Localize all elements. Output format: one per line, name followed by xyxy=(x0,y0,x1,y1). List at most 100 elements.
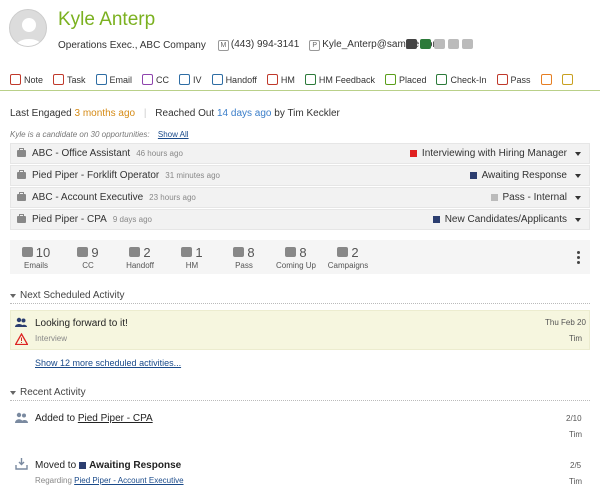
show-more-scheduled-link[interactable]: Show 12 more scheduled activities... xyxy=(35,358,181,368)
activity-owner: Tim xyxy=(569,430,583,439)
briefcase-icon xyxy=(17,148,26,157)
check-icon xyxy=(129,247,141,257)
toolbar-hm-feedback-button[interactable]: HM Feedback xyxy=(304,74,385,85)
stat-count: 8 xyxy=(299,244,307,260)
opportunity-row[interactable]: Pied Piper - CPA 9 days ago New Candidates… xyxy=(10,209,590,230)
phone-icon[interactable] xyxy=(420,39,431,49)
stat-pass[interactable]: 8 Pass xyxy=(218,245,270,270)
stat-label: HM xyxy=(185,260,199,270)
status-dropdown[interactable]: Pass - Internal xyxy=(490,192,581,203)
activity-regarding: Regarding Pied Piper - Account Executive xyxy=(35,476,184,485)
opportunity-row[interactable]: ABC - Account Executive 23 hours ago Pass … xyxy=(10,187,590,208)
opportunity-link[interactable]: Pied Piper - Account Executive xyxy=(74,476,183,485)
toolbar-placed-button[interactable]: Placed xyxy=(384,74,437,85)
toolbar-hm-button[interactable]: HM xyxy=(266,74,305,85)
collapse-caret-icon xyxy=(10,390,16,395)
toolbar-task-button[interactable]: Task xyxy=(53,74,96,85)
candidate-subline: Operations Exec., ABC Company M (443) 994… xyxy=(58,39,441,51)
opportunity-title[interactable]: ABC - Account Executive xyxy=(32,192,143,203)
opportunity-row[interactable]: ABC - Office Assistant 46 hours ago Interv… xyxy=(10,143,590,164)
contact-icons xyxy=(406,39,473,49)
calendar-icon xyxy=(285,247,297,257)
status-color-swatch xyxy=(432,216,440,223)
people-icon xyxy=(181,247,193,257)
warning-icon xyxy=(15,333,28,345)
note-icon xyxy=(10,74,21,85)
opportunity-row[interactable]: Pied Piper - Forklift Operator 31 minutes… xyxy=(10,165,590,186)
opportunity-title[interactable]: Pied Piper - Forklift Operator xyxy=(32,170,159,181)
recent-activity-heading[interactable]: Recent Activity xyxy=(10,387,590,401)
twitter-icon[interactable] xyxy=(462,39,473,49)
chevron-down-icon xyxy=(575,217,581,222)
status-dropdown[interactable]: Awaiting Response xyxy=(469,170,581,181)
recent-activity-title: Added to Pied Piper - CPA xyxy=(35,413,153,424)
facebook-icon[interactable] xyxy=(434,39,445,49)
candidate-name: Kyle Anterp xyxy=(58,9,156,30)
toolbar-iv-button[interactable]: IV xyxy=(179,74,212,85)
scheduled-activity-card[interactable] xyxy=(10,310,590,350)
phone-field[interactable]: M (443) 994-3141 xyxy=(217,39,299,51)
show-all-link[interactable]: Show All xyxy=(158,130,189,139)
thumbs-up-icon xyxy=(384,74,396,85)
next-scheduled-heading[interactable]: Next Scheduled Activity xyxy=(10,290,590,304)
linkedin-icon[interactable] xyxy=(448,39,459,49)
stat-hm[interactable]: 1 HM xyxy=(166,245,218,270)
chevron-down-icon xyxy=(575,195,581,200)
avatar[interactable] xyxy=(9,9,47,47)
email-icon xyxy=(95,74,107,85)
email-icon[interactable] xyxy=(406,39,417,49)
opportunity-link[interactable]: Pied Piper - CPA xyxy=(78,413,153,424)
toolbar-pass-button[interactable]: Pass xyxy=(496,74,541,85)
recent-activity-title: Moved to Awaiting Response xyxy=(35,460,182,471)
people-icon xyxy=(179,74,191,85)
thumbs-down-icon xyxy=(233,247,245,257)
toolbar-note-button[interactable]: Note xyxy=(10,74,53,85)
toolbar-handoff-button[interactable]: Handoff xyxy=(211,74,267,85)
status-color-swatch xyxy=(79,462,87,469)
check-icon xyxy=(211,74,223,85)
clipboard-icon xyxy=(561,74,573,85)
calendar-check-icon xyxy=(436,74,448,85)
stat-cc[interactable]: 9 CC xyxy=(62,245,114,270)
briefcase-icon xyxy=(17,192,26,201)
stat-count: 2 xyxy=(143,244,151,260)
toolbar-action-12-button[interactable] xyxy=(561,74,583,85)
email-icon xyxy=(21,247,33,257)
engagement-line: Last Engaged 3 months ago | Reached Out … xyxy=(10,108,340,119)
stat-coming-up[interactable]: 8 Coming Up xyxy=(270,245,322,270)
divider: | xyxy=(143,108,147,119)
stat-emails[interactable]: 10 Emails xyxy=(10,245,62,270)
opportunity-time: 9 days ago xyxy=(112,215,152,224)
people-icon xyxy=(15,317,27,327)
stat-label: Campaigns xyxy=(327,260,369,270)
status-dropdown[interactable]: New Candidates/Applicants xyxy=(432,214,581,225)
opportunity-title[interactable]: ABC - Office Assistant xyxy=(32,148,130,159)
personal-badge: P xyxy=(309,40,321,51)
more-options-icon[interactable] xyxy=(577,250,580,264)
collapse-caret-icon xyxy=(10,293,16,298)
scheduled-date: Thu Feb 20 xyxy=(545,318,586,327)
stat-label: CC xyxy=(82,260,94,270)
scheduled-owner: Tim xyxy=(569,334,583,343)
stat-label: Coming Up xyxy=(275,260,316,270)
briefcase-icon xyxy=(17,214,26,223)
task-icon xyxy=(53,74,65,85)
scheduled-title: Looking forward to it! xyxy=(35,318,128,329)
toolbar-action-11-button[interactable] xyxy=(540,74,562,85)
stats-bar: 10 Emails 9 CC 2 Handoff 1 HM 8 Pass 8 Coming Up 2 Ca… xyxy=(10,240,590,274)
toolbar-email-button[interactable]: Email xyxy=(95,74,143,85)
people-icon xyxy=(266,74,278,85)
arrows-icon xyxy=(304,74,316,85)
status-dropdown[interactable]: Interviewing with Hiring Manager xyxy=(409,148,581,159)
stat-count: 9 xyxy=(91,244,99,260)
stat-handoff[interactable]: 2 Handoff xyxy=(114,245,166,270)
candidate-note: Kyle is a candidate on 30 opportunities:… xyxy=(10,130,189,139)
chevron-down-icon xyxy=(575,173,581,178)
status-color-swatch xyxy=(469,172,477,179)
stat-campaigns[interactable]: 2 Campaigns xyxy=(322,245,374,270)
reached-out-value: 14 days ago xyxy=(217,108,272,119)
toolbar-check-in-button[interactable]: Check-In xyxy=(436,74,496,85)
job-title-company: Operations Exec., ABC Company xyxy=(58,39,206,51)
toolbar-cc-button[interactable]: CC xyxy=(142,74,179,85)
opportunity-title[interactable]: Pied Piper - CPA xyxy=(32,214,107,225)
